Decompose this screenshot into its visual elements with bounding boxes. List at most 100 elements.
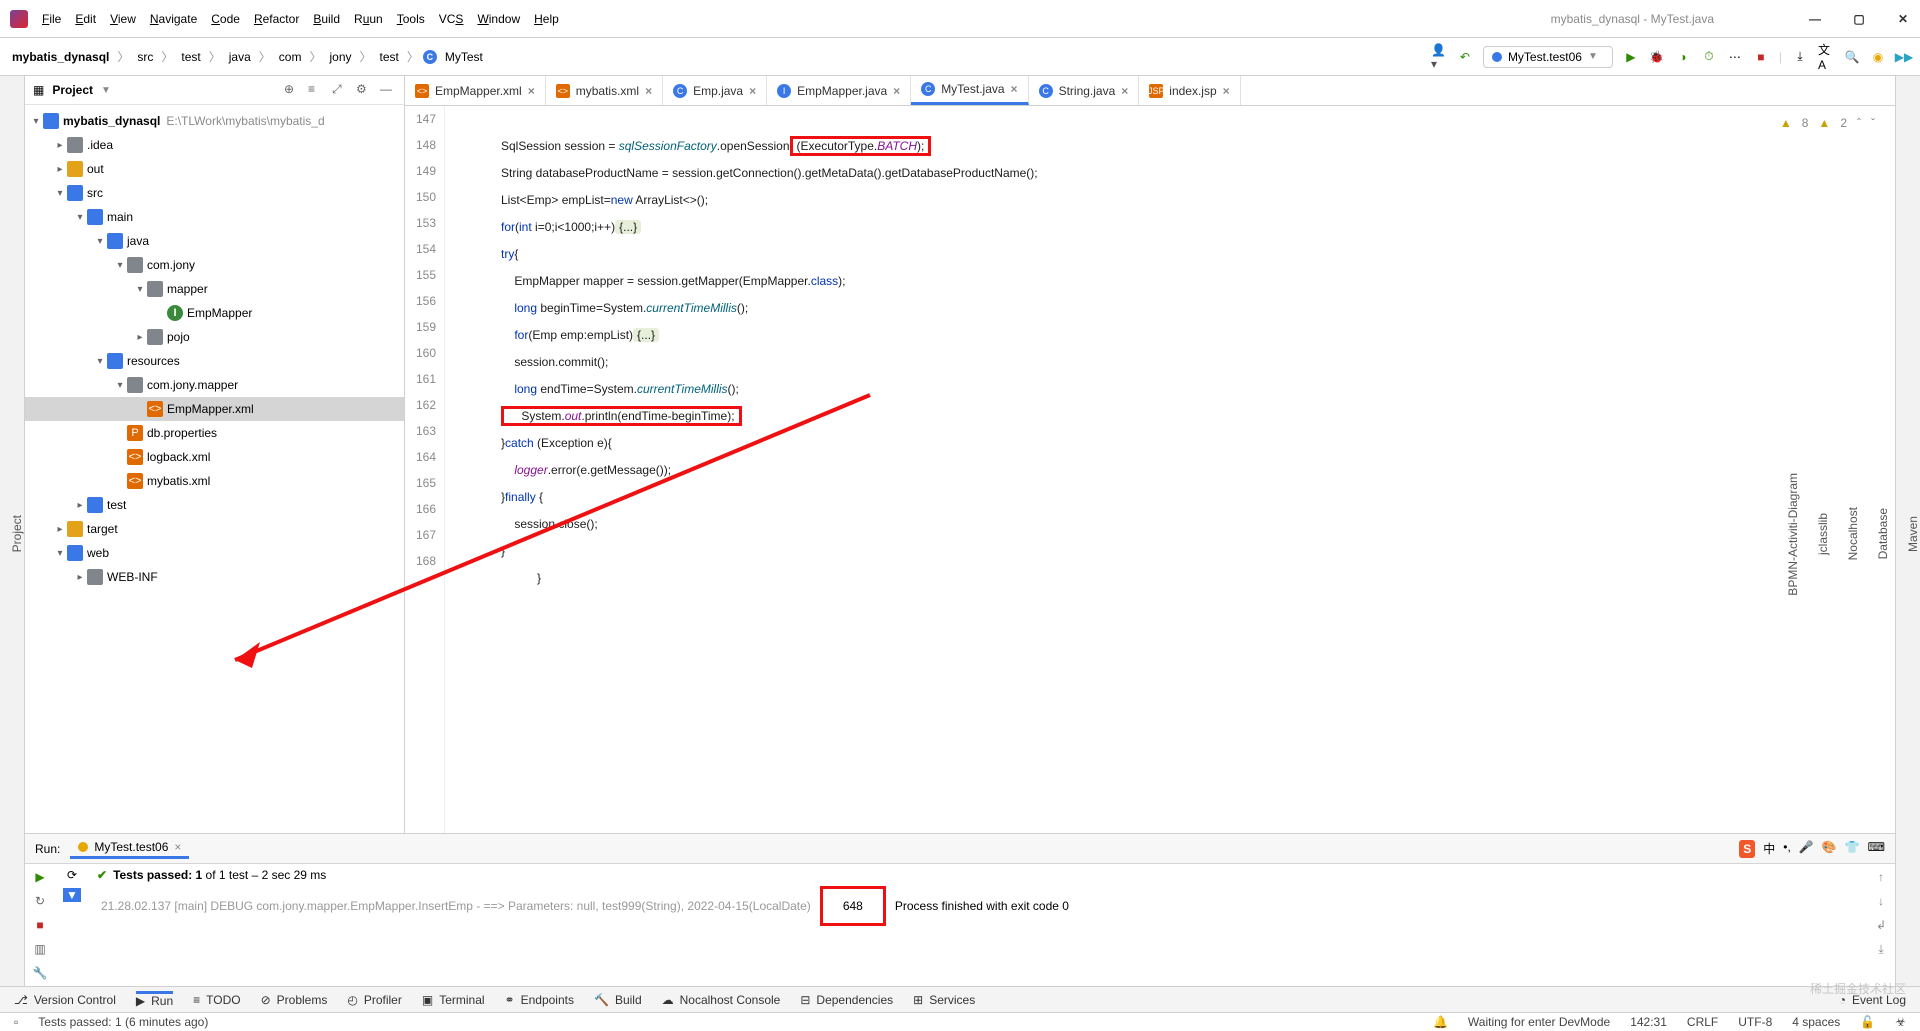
close-icon[interactable]: ✕: [1896, 12, 1910, 26]
menu-vcs[interactable]: VCS: [439, 12, 464, 26]
code-area[interactable]: SqlSession session = sqlSessionFactory.o…: [445, 106, 1895, 833]
tree-row[interactable]: ▾resources: [25, 349, 404, 373]
mic-icon[interactable]: 🎤: [1799, 840, 1814, 858]
status-eol[interactable]: CRLF: [1687, 1015, 1718, 1029]
menu-edit[interactable]: Edit: [75, 12, 96, 26]
tree-row[interactable]: ▾com.jony.mapper: [25, 373, 404, 397]
tab-close[interactable]: ×: [749, 84, 756, 98]
coverage-button[interactable]: ◑: [1675, 49, 1691, 65]
tw-run[interactable]: ▶ Run: [136, 991, 173, 1008]
ime-icon[interactable]: 中: [1763, 840, 1775, 858]
tree-row[interactable]: <>mybatis.xml: [25, 469, 404, 493]
history-icon[interactable]: ⟳: [67, 868, 77, 882]
editor-tab[interactable]: IEmpMapper.java×: [767, 76, 911, 105]
readonly-icon[interactable]: 🔓: [1860, 1015, 1875, 1029]
ide-icon[interactable]: ▶▶: [1896, 49, 1912, 65]
tree-row[interactable]: <>EmpMapper.xml: [25, 397, 404, 421]
tw-versioncontrol[interactable]: ⎇ Version Control: [14, 993, 116, 1007]
select-opened-icon[interactable]: ⊕: [284, 82, 300, 98]
tree-row[interactable]: ▾com.jony: [25, 253, 404, 277]
editor-tab[interactable]: CString.java×: [1029, 76, 1140, 105]
tree-row[interactable]: ▸out: [25, 157, 404, 181]
down-icon[interactable]: ▼: [63, 888, 81, 902]
tree-root[interactable]: ▾mybatis_dynasqlE:\TLWork\mybatis\mybati…: [25, 109, 404, 133]
menu-navigate[interactable]: Navigate: [150, 12, 197, 26]
keyboard-icon[interactable]: ⌨: [1868, 840, 1885, 858]
clothes-icon[interactable]: 👕: [1845, 840, 1860, 858]
editor-tab[interactable]: <>mybatis.xml×: [546, 76, 663, 105]
tab-close[interactable]: ×: [1011, 82, 1018, 96]
menu-code[interactable]: Code: [211, 12, 240, 26]
editor-tab[interactable]: CMyTest.java×: [911, 76, 1028, 105]
tw-profiler[interactable]: ◴ Profiler: [347, 993, 402, 1007]
status-enc[interactable]: UTF-8: [1738, 1015, 1772, 1029]
breadcrumb-item[interactable]: test: [376, 48, 403, 66]
tree-row[interactable]: <>logback.xml: [25, 445, 404, 469]
expand-all-icon[interactable]: ≡: [308, 82, 324, 98]
scroll-up-icon[interactable]: ↑: [1878, 870, 1884, 884]
sync-icon[interactable]: ◉: [1870, 49, 1886, 65]
menu-view[interactable]: View: [110, 12, 136, 26]
rerun-icon[interactable]: ▶: [31, 868, 49, 886]
breadcrumb-item[interactable]: jony: [325, 48, 355, 66]
breadcrumb-item[interactable]: src: [133, 48, 157, 66]
back-icon[interactable]: ↶: [1457, 49, 1473, 65]
tab-close[interactable]: ×: [1121, 84, 1128, 98]
status-indent[interactable]: 4 spaces: [1792, 1015, 1840, 1029]
maximize-icon[interactable]: ▢: [1852, 12, 1866, 26]
menu-file[interactable]: File: [42, 12, 61, 26]
breadcrumb-item[interactable]: com: [275, 48, 306, 66]
tree-row[interactable]: Pdb.properties: [25, 421, 404, 445]
scroll-to-end-icon[interactable]: ⤓: [1878, 942, 1883, 957]
tab-close[interactable]: ×: [893, 84, 900, 98]
inspection-badge[interactable]: ▲8 ▲2 ˆˇ: [1780, 110, 1875, 136]
collapse-all-icon[interactable]: ⤢: [332, 82, 348, 98]
tw-problems[interactable]: ⊘ Problems: [261, 993, 328, 1007]
editor-tab[interactable]: <>EmpMapper.xml×: [405, 76, 546, 105]
punct-icon[interactable]: •,: [1783, 840, 1791, 858]
tree-row[interactable]: ▸.idea: [25, 133, 404, 157]
tree-row[interactable]: ▸target: [25, 517, 404, 541]
breadcrumb-item[interactable]: java: [225, 48, 255, 66]
breadcrumb-item[interactable]: MyTest: [441, 48, 487, 66]
pin-icon[interactable]: 🔧: [31, 964, 49, 982]
biohazard-icon[interactable]: ☣: [1895, 1015, 1906, 1029]
search-icon[interactable]: 🔍: [1844, 49, 1860, 65]
git-pull-icon[interactable]: ⤓: [1792, 49, 1808, 65]
tw-nocalhost[interactable]: ☁ Nocalhost Console: [662, 993, 781, 1007]
rerun-failed-icon[interactable]: ↻: [31, 892, 49, 910]
tab-close[interactable]: ×: [1223, 84, 1230, 98]
breadcrumb-item[interactable]: mybatis_dynasql: [8, 48, 113, 66]
tree-row[interactable]: ▾src: [25, 181, 404, 205]
tab-close[interactable]: ×: [645, 84, 652, 98]
menu-run[interactable]: Ruun: [354, 12, 383, 26]
tree-row[interactable]: ▾main: [25, 205, 404, 229]
tw-todo[interactable]: ≡ TODO: [193, 993, 240, 1007]
tw-terminal[interactable]: ▣ Terminal: [422, 993, 485, 1007]
tw-endpoints[interactable]: ⚭ Endpoints: [505, 993, 574, 1007]
tw-dependencies[interactable]: ⊟ Dependencies: [800, 993, 893, 1007]
run-button[interactable]: ▶: [1623, 49, 1639, 65]
editor-tab[interactable]: CEmp.java×: [663, 76, 767, 105]
menu-build[interactable]: Build: [313, 12, 340, 26]
tree-row[interactable]: IEmpMapper: [25, 301, 404, 325]
close-run-tab[interactable]: ×: [174, 840, 181, 854]
tree-row[interactable]: ▾java: [25, 229, 404, 253]
run-tab[interactable]: MyTest.test06 ×: [70, 838, 189, 859]
console[interactable]: 21.28.02.137 [main] DEBUG com.jony.mappe…: [97, 882, 1859, 940]
tree-row[interactable]: ▸WEB-INF: [25, 565, 404, 589]
sogou-icon[interactable]: S: [1739, 840, 1755, 858]
tree-row[interactable]: ▾web: [25, 541, 404, 565]
status-icon[interactable]: ▫: [14, 1015, 18, 1029]
tree-row[interactable]: ▸test: [25, 493, 404, 517]
editor[interactable]: 1471481491501531541551561591601611621631…: [405, 106, 1895, 833]
gear-icon[interactable]: ⚙: [356, 82, 372, 98]
tw-build[interactable]: 🔨 Build: [594, 993, 642, 1007]
rail-database[interactable]: Database: [1876, 502, 1890, 565]
project-view-dropdown[interactable]: ▼: [101, 85, 111, 96]
rail-nocalhost[interactable]: Nocalhost: [1846, 501, 1860, 566]
rail-jclasslib[interactable]: jclasslib: [1816, 507, 1830, 561]
run-config-selector[interactable]: MyTest.test06 ▼: [1483, 46, 1613, 68]
project-tree[interactable]: ▾mybatis_dynasqlE:\TLWork\mybatis\mybati…: [25, 105, 404, 833]
tree-row[interactable]: ▸pojo: [25, 325, 404, 349]
